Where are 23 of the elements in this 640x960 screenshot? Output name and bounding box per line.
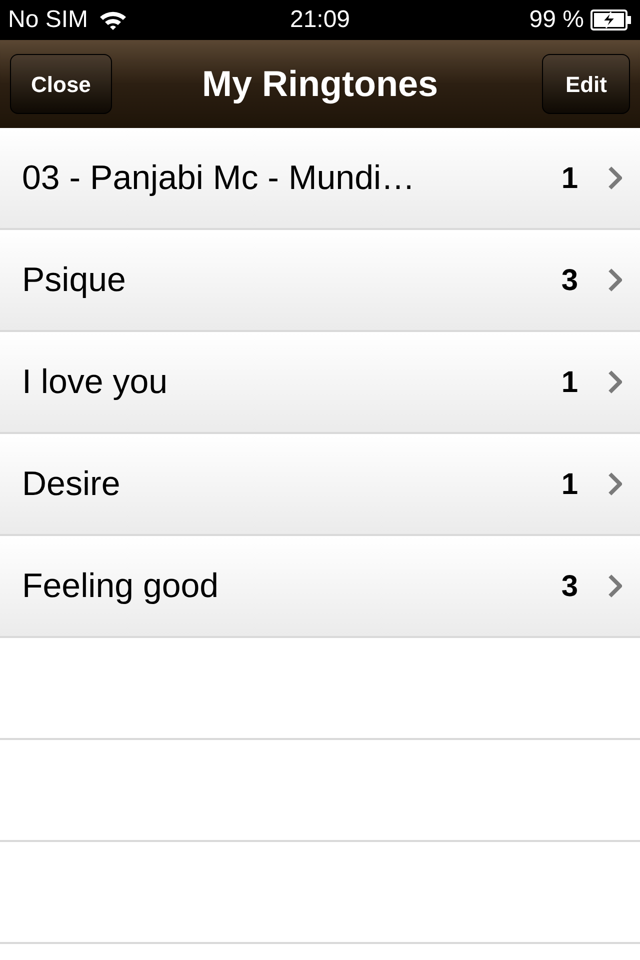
ringtone-title: Desire: [22, 464, 120, 504]
ringtone-count: 3: [561, 568, 578, 604]
ringtone-count: 1: [561, 160, 578, 196]
chevron-icon: [608, 370, 622, 394]
wifi-icon: [98, 9, 128, 31]
battery-text: 99 %: [529, 5, 584, 35]
ringtone-title: Psique: [22, 260, 126, 300]
chevron-icon: [608, 574, 622, 598]
ringtone-title: 03 - Panjabi Mc - Mundi…: [22, 158, 416, 198]
chevron-icon: [608, 166, 622, 190]
ringtone-count: 3: [561, 262, 578, 298]
ringtone-title: Feeling good: [22, 566, 219, 606]
chevron-icon: [608, 472, 622, 496]
ringtone-count: 1: [561, 466, 578, 502]
chevron-icon: [608, 268, 622, 292]
close-button[interactable]: Close: [10, 54, 112, 114]
carrier-text: No SIM: [8, 5, 88, 35]
nav-title: My Ringtones: [202, 62, 438, 106]
ringtone-count: 1: [561, 364, 578, 400]
ringtone-title: I love you: [22, 362, 168, 402]
edit-button[interactable]: Edit: [542, 54, 630, 114]
charging-battery-icon: [590, 9, 632, 31]
time-text: 21:09: [290, 5, 350, 35]
